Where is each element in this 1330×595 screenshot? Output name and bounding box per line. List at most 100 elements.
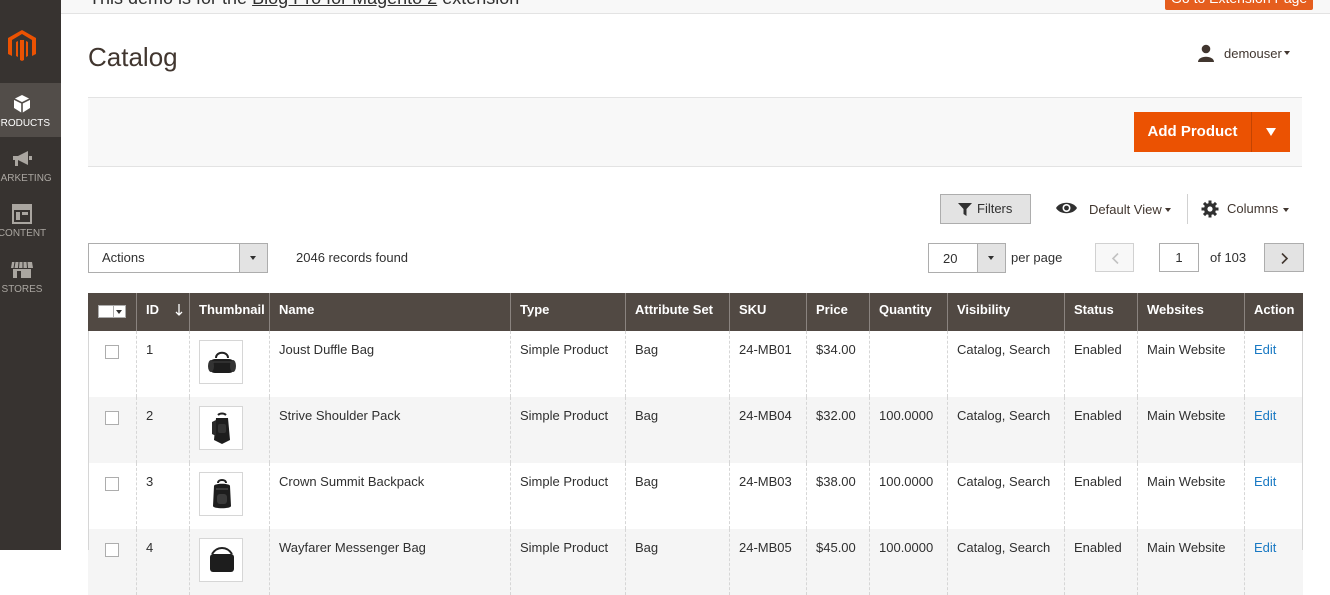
cell-id: 2 bbox=[136, 397, 189, 463]
cell-visibility: Catalog, Search bbox=[947, 331, 1065, 397]
cell-id: 3 bbox=[136, 463, 189, 529]
cell-thumbnail bbox=[189, 397, 270, 463]
add-product-dropdown-toggle[interactable] bbox=[1251, 112, 1290, 152]
notice-suffix: extension bbox=[437, 0, 519, 8]
chevron-down-icon bbox=[1284, 51, 1290, 55]
filters-button[interactable]: Filters bbox=[940, 194, 1031, 224]
cell-websites: Main Website bbox=[1137, 331, 1245, 397]
shoulder-pack-image bbox=[212, 412, 230, 444]
mass-actions-label: Actions bbox=[102, 250, 145, 265]
grid-header: ID Thumbnail Name Type Attribute Set SKU… bbox=[88, 293, 1303, 331]
cell-type: Simple Product bbox=[510, 331, 626, 397]
select-all-header[interactable] bbox=[88, 293, 136, 331]
extension-link[interactable]: Blog Pro for Magento 2 bbox=[252, 0, 437, 8]
cell-status: Enabled bbox=[1064, 463, 1138, 529]
magento-logo-icon[interactable] bbox=[5, 28, 39, 62]
cell-price: $32.00 bbox=[806, 397, 870, 463]
demo-notice-bar: This demo is for the Blog Pro for Magent… bbox=[61, 0, 1330, 14]
edit-link[interactable]: Edit bbox=[1254, 342, 1276, 357]
column-header-quantity[interactable]: Quantity bbox=[869, 293, 948, 331]
backpack-image bbox=[213, 479, 231, 509]
user-name: demouser bbox=[1224, 46, 1282, 61]
row-select-cell bbox=[88, 331, 136, 397]
column-header-visibility[interactable]: Visibility bbox=[947, 293, 1065, 331]
demo-notice-text: This demo is for the Blog Pro for Magent… bbox=[89, 0, 519, 9]
previous-page-button[interactable] bbox=[1095, 243, 1134, 272]
column-header-id[interactable]: ID bbox=[136, 293, 189, 331]
next-page-button[interactable] bbox=[1264, 243, 1304, 272]
columns-label: Columns bbox=[1227, 201, 1279, 216]
store-icon bbox=[11, 261, 33, 278]
cell-visibility: Catalog, Search bbox=[947, 397, 1065, 463]
per-page-select[interactable]: 20 bbox=[928, 243, 1006, 273]
column-header-status[interactable]: Status bbox=[1064, 293, 1138, 331]
sidebar-item-marketing[interactable]: Marketing bbox=[0, 138, 61, 192]
column-header-websites[interactable]: Websites bbox=[1137, 293, 1245, 331]
column-header-thumbnail[interactable]: Thumbnail bbox=[189, 293, 270, 331]
cell-action: Edit bbox=[1244, 463, 1303, 529]
row-checkbox[interactable] bbox=[105, 477, 119, 491]
cell-type: Simple Product bbox=[510, 397, 626, 463]
column-header-type[interactable]: Type bbox=[510, 293, 626, 331]
cell-attribute-set: Bag bbox=[625, 331, 730, 397]
sidebar-item-stores[interactable]: Stores bbox=[0, 249, 61, 303]
cell-sku: 24-MB05 bbox=[729, 529, 807, 595]
column-header-sku[interactable]: SKU bbox=[729, 293, 807, 331]
total-pages: of 103 bbox=[1210, 250, 1247, 265]
cell-name: Crown Summit Backpack bbox=[269, 463, 511, 529]
chevron-down-icon[interactable] bbox=[239, 244, 267, 272]
column-header-price[interactable]: Price bbox=[806, 293, 870, 331]
column-header-action: Action bbox=[1244, 293, 1303, 331]
product-thumbnail[interactable] bbox=[199, 538, 243, 582]
chevron-left-icon bbox=[1111, 253, 1119, 264]
page-number-input[interactable]: 1 bbox=[1159, 243, 1199, 272]
edit-link[interactable]: Edit bbox=[1254, 408, 1276, 423]
toolbar-divider bbox=[1187, 194, 1188, 224]
product-thumbnail[interactable] bbox=[199, 406, 243, 450]
notice-prefix: This demo is for the bbox=[89, 0, 252, 8]
filter-icon bbox=[958, 203, 972, 216]
sidebar-item-label: Products bbox=[0, 118, 51, 129]
row-select-cell bbox=[88, 463, 136, 529]
table-row: 1 Joust Duffle Bag Simple Product Bag 24… bbox=[88, 331, 1303, 397]
cell-websites: Main Website bbox=[1137, 529, 1245, 595]
cell-status: Enabled bbox=[1064, 331, 1138, 397]
sidebar-item-products[interactable]: Products bbox=[0, 83, 61, 137]
view-label: Default View bbox=[1089, 202, 1162, 217]
add-product-button[interactable]: Add Product bbox=[1134, 112, 1251, 152]
mass-actions-select[interactable]: Actions bbox=[88, 243, 268, 273]
product-thumbnail[interactable] bbox=[199, 340, 243, 384]
sidebar-item-label: Content bbox=[0, 228, 47, 239]
cell-price: $38.00 bbox=[806, 463, 870, 529]
row-checkbox[interactable] bbox=[105, 543, 119, 557]
cell-sku: 24-MB04 bbox=[729, 397, 807, 463]
cell-id: 1 bbox=[136, 331, 189, 397]
cell-type: Simple Product bbox=[510, 463, 626, 529]
cell-visibility: Catalog, Search bbox=[947, 529, 1065, 595]
row-checkbox[interactable] bbox=[105, 345, 119, 359]
per-page-value: 20 bbox=[943, 251, 958, 266]
select-all-checkbox[interactable] bbox=[98, 305, 126, 318]
go-to-extension-button[interactable]: Go to Extension Page bbox=[1165, 0, 1313, 10]
edit-link[interactable]: Edit bbox=[1254, 474, 1276, 489]
sidebar-item-label: Stores bbox=[1, 284, 43, 295]
table-row: 4 Wayfarer Messenger Bag Simple Product … bbox=[88, 529, 1303, 595]
product-thumbnail[interactable] bbox=[199, 472, 243, 516]
cell-name: Wayfarer Messenger Bag bbox=[269, 529, 511, 595]
edit-link[interactable]: Edit bbox=[1254, 540, 1276, 555]
eye-icon bbox=[1056, 202, 1077, 214]
cell-attribute-set: Bag bbox=[625, 397, 730, 463]
column-header-attribute-set[interactable]: Attribute Set bbox=[625, 293, 730, 331]
cell-name: Strive Shoulder Pack bbox=[269, 397, 511, 463]
cell-visibility: Catalog, Search bbox=[947, 463, 1065, 529]
cell-thumbnail bbox=[189, 529, 270, 595]
row-checkbox[interactable] bbox=[105, 411, 119, 425]
cell-name: Joust Duffle Bag bbox=[269, 331, 511, 397]
cell-type: Simple Product bbox=[510, 529, 626, 595]
messenger-bag-image bbox=[210, 547, 234, 572]
sidebar-item-content[interactable]: Content bbox=[0, 193, 61, 247]
column-header-name[interactable]: Name bbox=[269, 293, 511, 331]
chevron-down-icon[interactable] bbox=[977, 244, 1005, 272]
table-row: 3 Crown Summit Backpack Simple Product B… bbox=[88, 463, 1303, 529]
grid-left-border bbox=[88, 331, 89, 550]
